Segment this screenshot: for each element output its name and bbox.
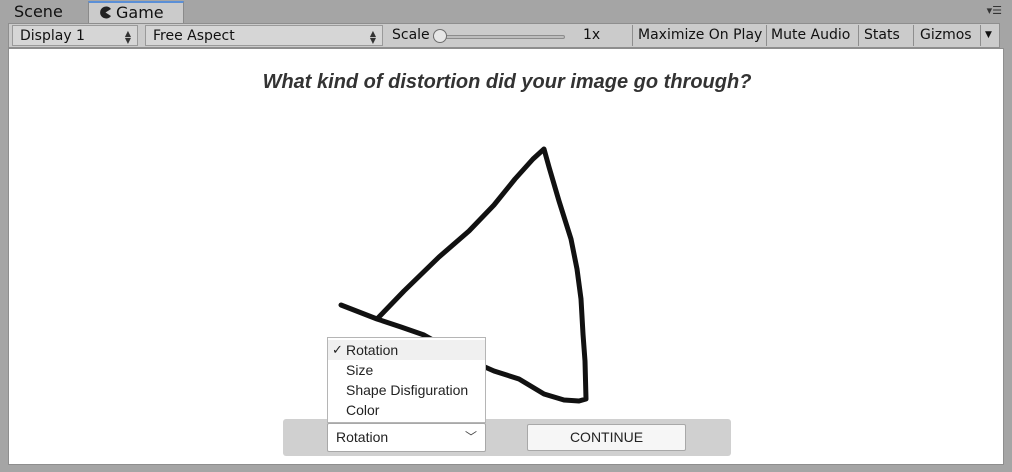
game-view-toolbar: Display 1 ▲ ▼ Free Aspect ▲ ▼ Scale 1x Max…: [8, 23, 1000, 48]
scale-control: Scale 1x: [385, 25, 633, 46]
maximize-on-play-label: Maximize On Play: [638, 27, 763, 43]
option-label: Rotation: [346, 342, 399, 358]
continue-button[interactable]: CONTINUE: [527, 424, 686, 451]
game-view-canvas: What kind of distortion did your image g…: [8, 48, 1004, 465]
gizmos-toggle[interactable]: Gizmos: [914, 25, 981, 46]
option-size[interactable]: Size: [328, 360, 485, 380]
distortion-options-list: ✓ Rotation Size Shape Disfiguration Colo…: [327, 337, 486, 423]
updown-arrows-icon: ▲ ▼: [369, 28, 376, 45]
option-label: Size: [346, 362, 374, 378]
display-select[interactable]: Display 1 ▲ ▼: [12, 25, 138, 46]
maximize-on-play-toggle[interactable]: Maximize On Play: [633, 25, 767, 46]
gizmos-label: Gizmos: [920, 27, 972, 43]
option-label: Shape Disfiguration: [346, 382, 469, 398]
aspect-select[interactable]: Free Aspect ▲ ▼: [145, 25, 383, 46]
scale-slider-thumb[interactable]: [433, 29, 447, 43]
editor-tab-bar: Scene Game ▾☰: [0, 0, 1012, 23]
tab-game[interactable]: Game: [88, 1, 184, 23]
scale-label: Scale: [392, 27, 430, 43]
distortion-dropdown-value: Rotation: [336, 429, 389, 445]
stats-toggle[interactable]: Stats: [859, 25, 914, 46]
option-shape-disfiguration[interactable]: Shape Disfiguration: [328, 380, 485, 400]
updown-arrows-icon: ▲ ▼: [124, 28, 131, 45]
checkmark-icon: ✓: [332, 342, 343, 357]
chevron-down-icon: ﹀: [464, 430, 477, 444]
pacman-icon: [99, 4, 112, 23]
tab-options-menu-icon[interactable]: ▾☰: [987, 4, 1002, 17]
option-color[interactable]: Color: [328, 400, 485, 420]
gizmos-dropdown-arrow-icon[interactable]: ▼: [981, 25, 998, 46]
aspect-select-value: Free Aspect: [153, 28, 235, 44]
distortion-dropdown[interactable]: Rotation ﹀: [327, 423, 486, 452]
answer-panel: Rotation ﹀ CONTINUE: [283, 419, 731, 456]
scale-slider-track[interactable]: [433, 35, 565, 39]
tab-scene[interactable]: Scene: [8, 0, 88, 23]
mute-audio-label: Mute Audio: [771, 27, 851, 43]
mute-audio-toggle[interactable]: Mute Audio: [767, 25, 859, 46]
scale-value: 1x: [583, 27, 601, 43]
tab-scene-label: Scene: [14, 2, 63, 21]
stats-label: Stats: [864, 27, 900, 43]
option-label: Color: [346, 402, 380, 418]
display-select-value: Display 1: [20, 28, 85, 44]
question-text: What kind of distortion did your image g…: [262, 71, 752, 93]
tab-game-label: Game: [116, 3, 164, 22]
option-rotation[interactable]: ✓ Rotation: [328, 340, 485, 360]
